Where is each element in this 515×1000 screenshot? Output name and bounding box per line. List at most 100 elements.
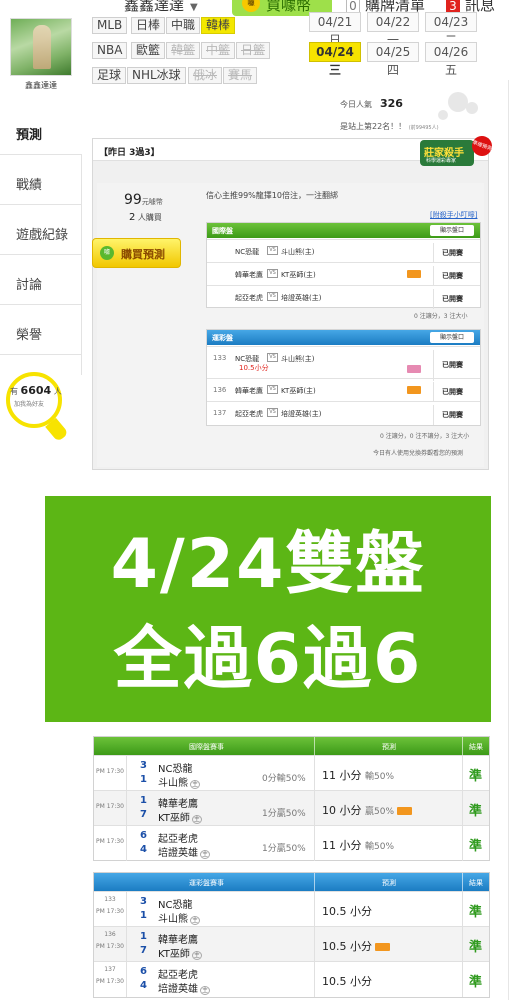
avatar[interactable] (10, 18, 72, 76)
result-correct: 準 (469, 940, 483, 955)
status-badge: 已開賽 (433, 382, 480, 402)
table-row: PM 17:30 3 NC恐龍 1 斗山熊主 0分輸50% 11 小分 輸50% 準 (94, 755, 489, 791)
user-menu[interactable]: 鑫鑫達達 ▼ (124, 0, 198, 15)
hot-pick-icon (375, 943, 390, 951)
sport-tag-cpbl[interactable]: 中職 (166, 17, 201, 34)
home-icon: 主 (191, 951, 202, 960)
username: 鑫鑫達達 (124, 0, 185, 14)
status-badge: 已開賽 (433, 289, 480, 309)
panel-row: 136 韓華老鷹 VS KT巫師(主) 已開賽 (207, 378, 480, 402)
buy-prediction-button[interactable]: 噱 購買預測 (92, 238, 181, 268)
profile-name: 鑫鑫達達 (25, 81, 57, 90)
home-icon: 主 (191, 815, 202, 824)
hot-pick-icon (407, 386, 421, 394)
sport-tag-horse-racing[interactable]: 賽馬 (223, 67, 258, 84)
rank-suffix: (前99495人) (408, 125, 439, 131)
status-badge: 已開賽 (433, 405, 480, 425)
date-0421[interactable]: 04/21 日 (309, 12, 361, 47)
confidence-text: 信心主推99%龍擇10倍注，一注翻綁 (206, 191, 338, 200)
sport-tag-jpn-baseball[interactable]: 日棒 (131, 17, 166, 34)
popularity: 今日人氣 326 (340, 97, 403, 110)
date-0422[interactable]: 04/22 一 (367, 12, 419, 47)
result-banner: 4/24雙盤 全過6過6 (45, 496, 491, 722)
col-header: 預測 (382, 879, 396, 887)
lottery-panel-note: 0 注讓分，0 注不讓分，3 注大小 (380, 433, 470, 440)
intl-results-table: 國際盤賽事 預測 結果 PM 17:30 3 NC恐龍 1 斗山熊主 0分輸50% … (93, 736, 490, 861)
col-header: 結果 (469, 879, 483, 887)
sport-tag-nhl[interactable]: NHL冰球 (127, 67, 186, 84)
col-header: 國際盤賽事 (189, 743, 224, 751)
status-badge: 已開賽 (433, 243, 480, 263)
panel-row: NC恐龍 VS 斗山熊(主) 已開賽 (207, 239, 480, 263)
date-0426[interactable]: 04/26 五 (425, 42, 477, 77)
vs-icon: VS (267, 385, 278, 394)
panel-row: 韓華老鷹 VS KT巫師(主) 已開賽 (207, 262, 480, 286)
date-0425[interactable]: 04/25 四 (367, 42, 419, 77)
sport-tag-kbo[interactable]: 韓棒 (201, 17, 236, 34)
home-icon: 主 (200, 986, 211, 995)
table-row: 137 PM 17:30 6 起亞老虎 4 培證英雄主 10.5 小分 準 (94, 961, 489, 997)
nav-item-discussion[interactable]: 討論 (0, 256, 82, 305)
result-correct: 準 (469, 769, 483, 784)
vs-icon: VS (267, 292, 278, 301)
table-row: 136 PM 17:30 1 韓華老鷹 7 KT巫師主 10.5 小分 準 (94, 926, 489, 962)
result-correct: 準 (469, 839, 483, 854)
show-odds-button[interactable]: 顯示盤口 (430, 332, 474, 343)
lottery-panel-footer: 今日有人使用兌換券觀看您的預測 (373, 450, 464, 457)
popularity-label: 今日人氣 (340, 100, 372, 109)
nav-item-record[interactable]: 戰績 (0, 156, 82, 205)
nav-item-honor[interactable]: 榮譽 (0, 306, 82, 355)
sport-tag-cn-basketball[interactable]: 中籃 (201, 42, 236, 59)
intl-panel-title: 國際盤 (212, 227, 233, 235)
avatar-figure (33, 25, 51, 69)
lottery-panel-title: 運彩盤 (212, 334, 233, 342)
sport-tag-kor-basketball[interactable]: 韓籃 (166, 42, 201, 59)
result-correct: 準 (469, 905, 483, 920)
page-root: 鑫鑫達達 ▼ 噱 買噱幣 0 購牌清單 3 訊息 鑫鑫達達 MLB 日棒 中職 韓棒 … (0, 0, 515, 1000)
table-row: PM 17:30 6 起亞老虎 4 培證英雄主 1分贏50% 11 小分 輸50% … (94, 825, 489, 861)
sport-tag-nba[interactable]: NBA (92, 42, 128, 59)
vs-icon: VS (267, 246, 278, 255)
status-badge: 已開賽 (433, 266, 480, 286)
sport-tag-euro-basketball[interactable]: 歐籃 (131, 42, 166, 59)
followers-count: 有 6604 人 (10, 384, 62, 397)
price-unit: 元噱幣 (141, 198, 163, 206)
intl-panel: 國際盤 顯示盤口 NC恐龍 VS 斗山熊(主) 已開賽 韓華老鷹 VS KT巫師(主) 已… (206, 222, 481, 309)
show-odds-button[interactable]: 顯示盤口 (430, 225, 474, 236)
price: 99元噱幣 (124, 192, 163, 208)
vs-icon: VS (267, 408, 278, 417)
sport-tag-mlb[interactable]: MLB (92, 17, 128, 34)
popularity-value: 326 (380, 97, 403, 110)
col-header: 運彩盤賽事 (189, 879, 224, 887)
rank-text: 是站上第22名！！ (前99495人) (340, 122, 439, 131)
date-0423[interactable]: 04/23 二 (425, 12, 477, 47)
hot-pick-icon (397, 807, 413, 815)
home-icon: 主 (190, 780, 201, 789)
intl-panel-note: 0 注讓分，3 注大小 (414, 313, 468, 320)
sport-tag-rus-hockey[interactable]: 俄冰 (188, 67, 223, 84)
result-correct: 準 (469, 804, 483, 819)
result-correct: 準 (469, 975, 483, 990)
vs-icon: VS (267, 353, 278, 362)
sport-tag-soccer[interactable]: 足球 (92, 67, 127, 84)
nav-item-game-history[interactable]: 遊戲紀錄 (0, 206, 82, 255)
date-0424[interactable]: 04/24 三 (309, 42, 361, 77)
killer-tips-link[interactable]: [附殺手小叮嚀] (430, 210, 477, 220)
home-icon: 主 (190, 916, 201, 925)
home-icon: 主 (200, 850, 211, 859)
table-row: 133 PM 17:30 3 NC恐龍 1 斗山熊主 10.5 小分 準 (94, 891, 489, 927)
coin-icon: 噱 (242, 0, 260, 12)
col-header: 結果 (469, 743, 483, 751)
badge-killer: 莊家殺手 科學運彩專家 準確預測 (420, 133, 495, 170)
lottery-panel: 運彩盤 顯示盤口 133 NC恐龍 VS 斗山熊(主) 10.5小分 已開賽 136 … (206, 329, 481, 426)
left-nav: 預測 戰績 遊戲紀錄 討論 榮譽 (0, 106, 82, 375)
panel-row: 133 NC恐龍 VS 斗山熊(主) 10.5小分 已開賽 (207, 346, 480, 381)
sport-tag-jpn-basketball[interactable]: 日籃 (236, 42, 271, 59)
add-friend-link[interactable]: 加我為好友 (14, 399, 44, 408)
vs-icon: VS (267, 269, 278, 278)
nav-item-prediction[interactable]: 預測 (0, 106, 82, 155)
banner-line-2: 全過6過6 (113, 620, 423, 699)
status-badge: 已開賽 (433, 350, 480, 381)
buy-prediction-label: 購買預測 (121, 248, 165, 261)
chevron-down-icon: ▼ (190, 2, 198, 13)
